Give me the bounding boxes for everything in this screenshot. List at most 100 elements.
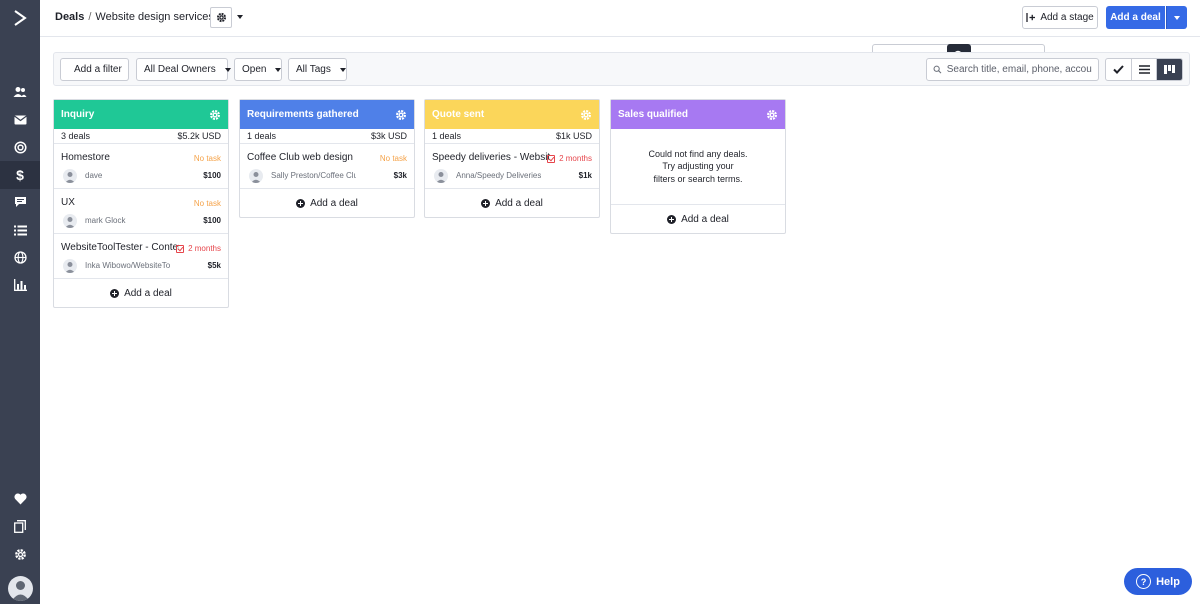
avatar-icon[interactable] xyxy=(8,576,33,601)
website-icon xyxy=(13,250,27,264)
add-deal-label: Add a deal xyxy=(495,197,543,209)
help-button[interactable]: ? Help xyxy=(1124,568,1192,595)
lists-icon xyxy=(13,225,27,235)
task-checkbox-icon[interactable] xyxy=(176,244,185,253)
email-icon xyxy=(13,115,27,125)
empty-state-line: Try adjusting your xyxy=(662,161,734,172)
chevron-down-icon xyxy=(1174,15,1180,20)
gear-icon[interactable] xyxy=(395,109,407,121)
topbar: Deals / Website design services (8) Add … xyxy=(40,0,1200,37)
deal-value: $3k xyxy=(393,171,407,180)
stage-title: Inquiry xyxy=(61,109,95,120)
deal-owner: mark Glock xyxy=(85,216,126,225)
deal-owner: Anna/Speedy Deliveries xyxy=(456,171,541,180)
chevron-down-icon xyxy=(275,67,282,72)
deal-owners-dropdown[interactable]: All Deal Owners xyxy=(136,58,231,81)
sidebar-item-pages[interactable] xyxy=(0,512,40,540)
sidebar-item-email[interactable] xyxy=(0,106,40,134)
stage-column-quote-sent: Quote sent 1 deals $1k USD Speedy delive… xyxy=(424,99,600,218)
list-icon xyxy=(1138,65,1150,74)
view-switcher xyxy=(1105,58,1183,81)
stage-summary: 3 deals $5.2k USD xyxy=(54,129,228,144)
sidebar-item-goals[interactable] xyxy=(0,133,40,161)
status-label: Open xyxy=(242,64,267,75)
stage-deal-count: 1 deals xyxy=(247,131,277,141)
search-box xyxy=(926,58,1099,81)
conversations-icon xyxy=(14,197,26,207)
sidebar-item-lists[interactable] xyxy=(0,216,40,244)
deal-value: $100 xyxy=(203,216,221,225)
add-stage-button[interactable]: Add a stage xyxy=(1022,6,1098,29)
deal-card[interactable]: WebsiteToolTester - Content 2 months Ink… xyxy=(54,234,228,279)
stage-deal-count: 1 deals xyxy=(432,131,462,141)
deal-title: WebsiteToolTester - Content xyxy=(61,242,179,253)
chevron-down-icon[interactable] xyxy=(237,15,244,19)
deal-card[interactable]: Speedy deliveries - Website 2 months Ann… xyxy=(425,144,599,189)
add-deal-to-stage-button[interactable]: Add a deal xyxy=(611,205,785,233)
add-deal-button[interactable]: Add a deal xyxy=(1106,6,1165,29)
sidebar-item-settings[interactable] xyxy=(0,540,40,568)
sidebar-item-contacts[interactable] xyxy=(0,78,40,106)
search-input[interactable] xyxy=(946,64,1092,75)
stage-total: $5.2k USD xyxy=(177,131,221,141)
add-deal-to-stage-button[interactable]: Add a deal xyxy=(240,189,414,217)
stage-total: $1k USD xyxy=(555,131,592,141)
deal-title: Coffee Club web design xyxy=(247,152,353,163)
deals-icon: $ xyxy=(16,167,24,183)
add-filter-button[interactable]: Add a filter xyxy=(60,58,129,81)
user-icon xyxy=(63,169,77,183)
stage-header: Sales qualified xyxy=(611,100,785,129)
deal-card[interactable]: UX No task mark Glock $100 xyxy=(54,189,228,234)
favorites-icon xyxy=(13,493,27,505)
breadcrumb-separator: / xyxy=(88,11,92,23)
sidebar-item-deals[interactable]: $ xyxy=(0,161,40,189)
stage-column-sales-qualified: Sales qualified Could not find any deals… xyxy=(610,99,786,234)
plus-circle-icon xyxy=(110,288,120,298)
empty-state-line: filters or search terms. xyxy=(653,173,743,184)
breadcrumb-deals-link[interactable]: Deals xyxy=(55,11,84,23)
deal-title: UX xyxy=(61,197,75,208)
deal-card[interactable]: Coffee Club web design No task Sally Pre… xyxy=(240,144,414,189)
user-icon xyxy=(249,169,263,183)
stage-deal-count: 3 deals xyxy=(61,131,91,141)
view-checklist-button[interactable] xyxy=(1106,59,1132,80)
gear-icon[interactable] xyxy=(209,109,221,121)
user-icon xyxy=(63,214,77,228)
add-stage-label: Add a stage xyxy=(1040,12,1094,23)
gear-icon[interactable] xyxy=(766,109,778,121)
settings-icon xyxy=(14,548,26,560)
pipeline-settings-button[interactable] xyxy=(210,7,232,28)
user-icon xyxy=(63,259,77,273)
sidebar-item-favorites[interactable] xyxy=(0,485,40,513)
add-deal-to-stage-button[interactable]: Add a deal xyxy=(54,279,228,307)
task-checkbox-icon[interactable] xyxy=(547,154,556,163)
stage-header: Inquiry xyxy=(54,100,228,129)
sidebar-item-website[interactable] xyxy=(0,243,40,271)
goals-icon xyxy=(13,140,27,154)
plus-circle-icon xyxy=(667,214,677,224)
chevron-down-icon xyxy=(224,67,231,72)
stage-column-requirements-gathered: Requirements gathered 1 deals $3k USD Co… xyxy=(239,99,415,218)
question-icon: ? xyxy=(1136,574,1152,589)
sidebar-item-conversations[interactable] xyxy=(0,188,40,216)
tags-dropdown[interactable]: All Tags xyxy=(288,58,347,81)
gear-icon[interactable] xyxy=(580,109,592,121)
contacts-icon xyxy=(13,87,27,97)
status-dropdown[interactable]: Open xyxy=(234,58,282,81)
sidebar-item-reports[interactable] xyxy=(0,271,40,299)
view-kanban-button[interactable] xyxy=(1157,59,1182,80)
add-filter-label: Add a filter xyxy=(74,64,122,75)
logo-icon[interactable] xyxy=(0,0,40,36)
empty-state-line: Could not find any deals. xyxy=(648,148,748,159)
checkmark-icon xyxy=(1113,65,1124,74)
deal-card[interactable]: Homestore No task dave $100 xyxy=(54,144,228,189)
add-deal-dropdown-button[interactable] xyxy=(1166,6,1187,29)
deal-task-status: No task xyxy=(379,154,407,163)
add-deal-label: Add a deal xyxy=(310,197,358,209)
add-deal-to-stage-button[interactable]: Add a deal xyxy=(425,189,599,217)
view-list-button[interactable] xyxy=(1132,59,1158,80)
deal-owner: dave xyxy=(85,171,103,180)
stage-summary: 1 deals $1k USD xyxy=(425,129,599,144)
kanban-icon xyxy=(1164,65,1176,74)
deal-value: $100 xyxy=(203,171,221,180)
